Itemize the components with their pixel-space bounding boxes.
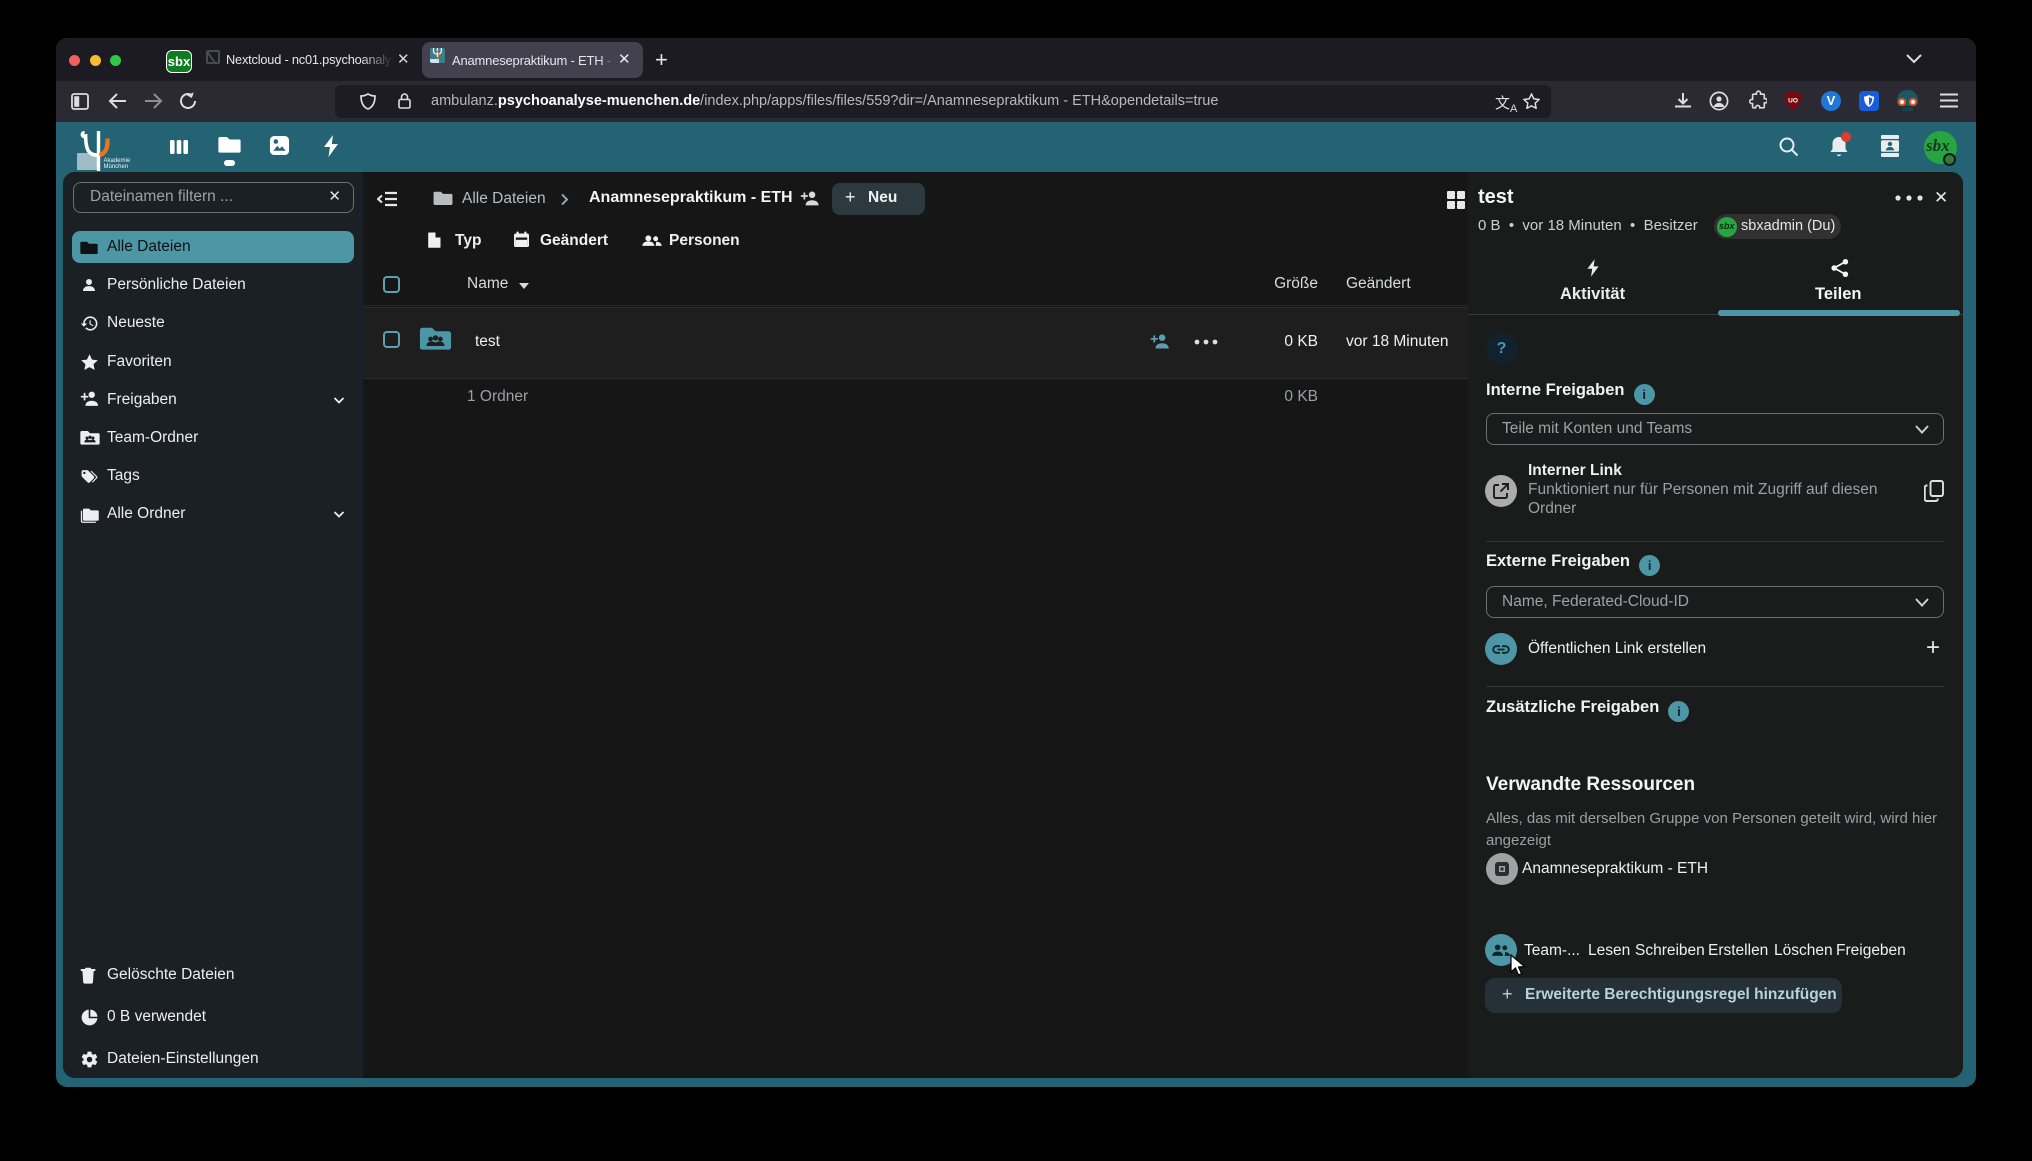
svg-text:UO: UO bbox=[1788, 98, 1798, 105]
